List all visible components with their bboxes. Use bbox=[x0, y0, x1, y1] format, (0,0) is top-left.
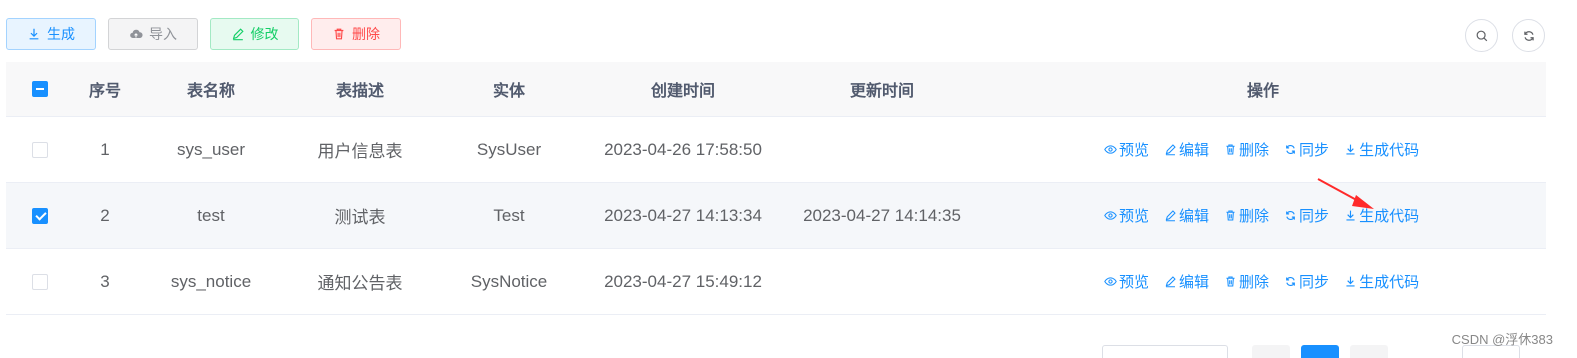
preview-label: 预览 bbox=[1119, 208, 1150, 225]
row-table-desc: 通知公告表 bbox=[317, 274, 403, 293]
select-all-checkbox[interactable] bbox=[32, 81, 48, 97]
download-icon bbox=[1346, 144, 1355, 155]
delete-link[interactable]: 删除 bbox=[1224, 139, 1269, 160]
import-button[interactable]: 导入 bbox=[108, 18, 198, 50]
pencil-icon bbox=[1165, 144, 1176, 156]
header-updated: 更新时间 bbox=[849, 83, 915, 100]
row-entity: SysNotice bbox=[470, 271, 548, 291]
row-table-name: sys_notice bbox=[170, 271, 252, 291]
page-size-select[interactable] bbox=[1102, 345, 1228, 358]
edit-button[interactable]: 修改 bbox=[210, 18, 299, 50]
edit-button-label: 修改 bbox=[250, 26, 279, 42]
generate-code-label: 生成代码 bbox=[1359, 274, 1420, 291]
row-checkbox[interactable] bbox=[32, 141, 48, 158]
delete-label: 删除 bbox=[1239, 208, 1270, 225]
preview-label: 预览 bbox=[1119, 274, 1150, 291]
delete-link[interactable]: 删除 bbox=[1224, 205, 1269, 226]
row-table-desc: 用户信息表 bbox=[317, 142, 403, 161]
generate-code-link[interactable]: 生成代码 bbox=[1344, 271, 1419, 292]
row-index: 3 bbox=[100, 271, 110, 291]
header-table-desc: 表描述 bbox=[335, 83, 385, 100]
delete-label: 删除 bbox=[1239, 274, 1270, 291]
row-index: 2 bbox=[100, 205, 110, 225]
pencil-icon bbox=[232, 28, 244, 41]
generate-button[interactable]: 生成 bbox=[6, 18, 96, 50]
prev-page-button[interactable] bbox=[1252, 345, 1290, 358]
preview-link[interactable]: 预览 bbox=[1104, 139, 1149, 160]
row-table-name: test bbox=[197, 205, 225, 225]
row-actions: 预览 编辑 删除 同步 生成代码 bbox=[1104, 139, 1419, 160]
edit-label: 编辑 bbox=[1179, 208, 1210, 225]
row-entity: SysUser bbox=[476, 139, 542, 159]
sync-label: 同步 bbox=[1299, 274, 1330, 291]
header-created: 创建时间 bbox=[650, 83, 716, 100]
trash-icon bbox=[1226, 210, 1235, 221]
eye-icon bbox=[1104, 277, 1117, 286]
delete-label: 删除 bbox=[1239, 142, 1270, 159]
header-table-name: 表名称 bbox=[186, 83, 236, 100]
delete-link[interactable]: 删除 bbox=[1224, 271, 1269, 292]
edit-link[interactable]: 编辑 bbox=[1164, 139, 1209, 160]
trash-icon bbox=[1226, 276, 1235, 287]
edit-label: 编辑 bbox=[1179, 142, 1210, 159]
edit-link[interactable]: 编辑 bbox=[1164, 205, 1209, 226]
import-button-label: 导入 bbox=[149, 26, 177, 42]
sync-label: 同步 bbox=[1299, 142, 1330, 159]
refresh-icon bbox=[1286, 211, 1295, 220]
row-created: 2023-04-27 15:49:12 bbox=[604, 271, 762, 291]
current-page-button[interactable] bbox=[1301, 345, 1339, 358]
refresh-button[interactable] bbox=[1512, 19, 1545, 52]
download-icon bbox=[29, 28, 39, 40]
sync-link[interactable]: 同步 bbox=[1284, 139, 1329, 160]
next-page-button[interactable] bbox=[1350, 345, 1388, 358]
delete-button-label: 删除 bbox=[352, 26, 380, 42]
row-actions: 预览 编辑 删除 同步 生成代码 bbox=[1104, 271, 1419, 292]
header-index: 序号 bbox=[88, 83, 122, 100]
preview-label: 预览 bbox=[1119, 142, 1150, 159]
row-created: 2023-04-27 14:13:34 bbox=[604, 205, 762, 225]
delete-button[interactable]: 删除 bbox=[311, 18, 401, 50]
toolbar: 生成 导入 修改 删除 bbox=[6, 18, 401, 50]
row-checkbox[interactable] bbox=[32, 273, 48, 290]
generate-code-link[interactable]: 生成代码 bbox=[1344, 139, 1419, 160]
watermark: CSDN @浮休383 bbox=[1451, 332, 1553, 347]
generate-code-label: 生成代码 bbox=[1359, 142, 1420, 159]
download-icon bbox=[1346, 276, 1355, 287]
row-table-desc: 测试表 bbox=[334, 208, 386, 227]
search-toggle-button[interactable] bbox=[1465, 19, 1498, 52]
generate-button-label: 生成 bbox=[47, 26, 75, 42]
row-entity: Test bbox=[493, 205, 525, 225]
edit-label: 编辑 bbox=[1179, 274, 1210, 291]
table-header: 序号 表名称 表描述 实体 创建时间 更新时间 操作 bbox=[6, 62, 1546, 117]
header-entity: 实体 bbox=[492, 83, 526, 100]
row-table-name: sys_user bbox=[176, 139, 246, 159]
refresh-icon bbox=[1286, 145, 1295, 154]
trash-icon bbox=[1226, 144, 1235, 155]
table-row: 3 sys_notice 通知公告表 SysNotice 2023-04-27 … bbox=[6, 249, 1546, 315]
sync-link[interactable]: 同步 bbox=[1284, 271, 1329, 292]
pencil-icon bbox=[1165, 210, 1176, 222]
row-index: 1 bbox=[100, 139, 110, 159]
row-created: 2023-04-26 17:58:50 bbox=[604, 139, 762, 159]
pencil-icon bbox=[1165, 276, 1176, 288]
cloud-upload-icon bbox=[130, 29, 143, 38]
eye-icon bbox=[1104, 211, 1117, 220]
row-updated: 2023-04-27 14:14:35 bbox=[803, 205, 961, 225]
header-actions: 操作 bbox=[1246, 83, 1280, 100]
annotation-arrow bbox=[1317, 178, 1374, 209]
preview-link[interactable]: 预览 bbox=[1104, 271, 1149, 292]
edit-link[interactable]: 编辑 bbox=[1164, 271, 1209, 292]
row-checkbox[interactable] bbox=[32, 207, 48, 224]
search-icon bbox=[1476, 30, 1487, 41]
refresh-icon bbox=[1286, 277, 1295, 286]
table-row: 1 sys_user 用户信息表 SysUser 2023-04-26 17:5… bbox=[6, 117, 1546, 183]
refresh-icon bbox=[1523, 30, 1534, 41]
preview-link[interactable]: 预览 bbox=[1104, 205, 1149, 226]
trash-icon bbox=[334, 28, 344, 40]
eye-icon bbox=[1104, 145, 1117, 154]
